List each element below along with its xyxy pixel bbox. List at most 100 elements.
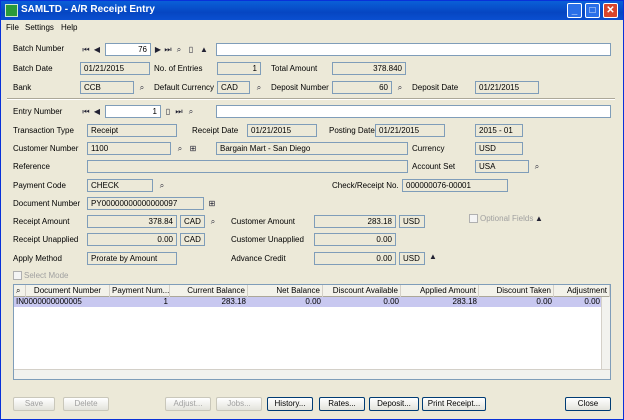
next-icon[interactable]: ▶: [153, 45, 163, 55]
rates-button[interactable]: Rates...: [319, 397, 365, 411]
receipt-entry-window: SAMLTD - A/R Receipt Entry _ □ ✕ File Se…: [0, 0, 624, 420]
menu-settings[interactable]: Settings: [25, 23, 54, 32]
receipt-unapplied-currency-field: CAD: [180, 233, 205, 246]
receipt-date-field[interactable]: 01/21/2015: [247, 124, 317, 137]
customer-number-label: Customer Number: [13, 144, 79, 153]
prev-icon[interactable]: ◀: [92, 45, 102, 55]
account-set-field[interactable]: USA: [475, 160, 529, 173]
reference-label: Reference: [13, 162, 50, 171]
zoom-icon[interactable]: ⊞: [207, 199, 217, 209]
bank-label: Bank: [13, 83, 32, 92]
select-mode-checkbox: [13, 271, 22, 280]
menu-file[interactable]: File: [6, 23, 19, 32]
col-applied-amount[interactable]: Applied Amount: [401, 285, 479, 297]
finder-icon[interactable]: ⌕: [186, 107, 196, 117]
first-icon[interactable]: ⏮: [81, 107, 91, 117]
col-current-balance[interactable]: Current Balance: [170, 285, 248, 297]
new-document-icon[interactable]: ▯: [163, 107, 173, 117]
currency-label: Currency: [412, 144, 445, 153]
save-button[interactable]: Save: [13, 397, 55, 411]
customer-name-field: Bargain Mart - San Diego: [216, 142, 408, 155]
entries-label: No. of Entries: [154, 64, 203, 73]
maximize-button[interactable]: □: [585, 3, 600, 18]
batch-date-field: 01/21/2015: [80, 62, 150, 75]
print-receipt-button[interactable]: Print Receipt...: [422, 397, 486, 411]
finder-icon[interactable]: ⌕: [175, 144, 185, 154]
advance-credit-field[interactable]: 0.00: [314, 252, 396, 265]
posting-date-field[interactable]: 01/21/2015: [375, 124, 445, 137]
customer-amount-currency-field: USD: [399, 215, 425, 228]
customer-number-field[interactable]: 1100: [87, 142, 171, 155]
divider: [7, 98, 615, 100]
receipt-amount-field[interactable]: 378.84: [87, 215, 177, 228]
table-row[interactable]: IN0000000000005 1 283.18 0.00 0.00 283.1…: [14, 297, 602, 307]
close-window-button[interactable]: ✕: [603, 3, 618, 18]
first-icon[interactable]: ⏮: [81, 45, 91, 55]
cell-adjustment: 0.00: [584, 297, 600, 306]
receipt-currency-field: CAD: [180, 215, 205, 228]
collapse-icon[interactable]: ▲: [199, 45, 209, 55]
account-set-label: Account Set: [412, 162, 456, 171]
close-button[interactable]: Close: [565, 397, 611, 411]
finder-icon[interactable]: ⌕: [395, 83, 405, 93]
minimize-button[interactable]: _: [567, 3, 582, 18]
transaction-type-field[interactable]: Receipt: [87, 124, 177, 137]
customer-amount-label: Customer Amount: [231, 217, 296, 226]
batch-number-input[interactable]: 76: [105, 43, 151, 56]
cell-applied-amount: 283.18: [452, 297, 477, 306]
apply-method-field[interactable]: Prorate by Amount: [87, 252, 177, 265]
total-amount-label: Total Amount: [271, 64, 318, 73]
vertical-scrollbar[interactable]: [601, 297, 610, 370]
check-number-field[interactable]: 000000076-00001: [402, 179, 508, 192]
applied-documents-grid[interactable]: ⌕ Document Number Payment Num... Current…: [13, 284, 611, 380]
cell-discount-taken: 0.00: [536, 297, 552, 306]
reference-field[interactable]: [87, 160, 408, 173]
zoom-icon[interactable]: ⌕: [14, 285, 26, 297]
receipt-amount-label: Receipt Amount: [13, 217, 70, 226]
optional-fields-checkbox: [469, 214, 478, 223]
default-currency-label: Default Currency: [154, 83, 215, 92]
deposit-button[interactable]: Deposit...: [369, 397, 419, 411]
finder-icon[interactable]: ⌕: [137, 83, 147, 93]
col-document-number[interactable]: Document Number: [26, 285, 110, 297]
finder-icon[interactable]: ⌕: [157, 181, 167, 191]
payment-code-field[interactable]: CHECK: [87, 179, 153, 192]
window-title: SAMLTD - A/R Receipt Entry: [21, 4, 155, 15]
finder-icon[interactable]: ⌕: [208, 217, 218, 227]
delete-button[interactable]: Delete: [63, 397, 109, 411]
last-icon[interactable]: ⏭: [174, 107, 184, 117]
horizontal-scrollbar[interactable]: [14, 369, 610, 379]
col-payment-number[interactable]: Payment Num...: [110, 285, 170, 297]
finder-icon[interactable]: ⌕: [174, 45, 184, 55]
collapse-icon[interactable]: ▲: [534, 214, 544, 224]
entry-number-input[interactable]: 1: [105, 105, 161, 118]
col-adjustment[interactable]: Adjustment: [554, 285, 610, 297]
optional-fields-label: Optional Fields: [480, 214, 534, 223]
last-icon[interactable]: ⏭: [163, 45, 173, 55]
col-net-balance[interactable]: Net Balance: [248, 285, 323, 297]
document-number-label: Document Number: [13, 199, 81, 208]
menu-help[interactable]: Help: [61, 23, 77, 32]
entry-description-input[interactable]: [216, 105, 611, 118]
zoom-icon[interactable]: ⊞: [188, 144, 198, 154]
col-discount-taken[interactable]: Discount Taken: [479, 285, 554, 297]
finder-icon[interactable]: ⌕: [532, 162, 542, 172]
finder-icon[interactable]: ⌕: [254, 83, 264, 93]
prev-icon[interactable]: ◀: [92, 107, 102, 117]
jobs-button[interactable]: Jobs...: [216, 397, 262, 411]
collapse-icon[interactable]: ▲: [428, 252, 438, 262]
apply-method-label: Apply Method: [13, 254, 62, 263]
payment-code-label: Payment Code: [13, 181, 66, 190]
app-icon: [5, 4, 18, 17]
deposit-number-field: 60: [332, 81, 392, 94]
fiscal-period-field: 2015 - 01: [475, 124, 523, 137]
col-discount-available[interactable]: Discount Available: [323, 285, 401, 297]
entries-field: 1: [217, 62, 261, 75]
advance-credit-label: Advance Credit: [231, 254, 286, 263]
new-document-icon[interactable]: ▯: [186, 45, 196, 55]
history-button[interactable]: History...: [267, 397, 313, 411]
batch-description-input[interactable]: [216, 43, 611, 56]
currency-field: USD: [475, 142, 523, 155]
adjust-button[interactable]: Adjust...: [165, 397, 211, 411]
advance-credit-currency-field: USD: [399, 252, 425, 265]
